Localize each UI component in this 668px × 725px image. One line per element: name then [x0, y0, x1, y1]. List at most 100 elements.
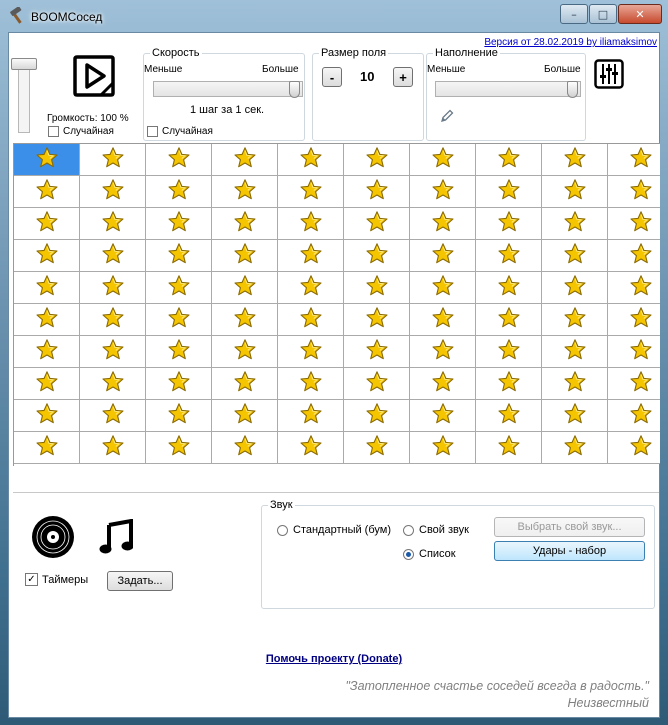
grid-cell[interactable] — [410, 208, 476, 240]
close-button[interactable]: ✕ — [618, 4, 662, 24]
grid-cell[interactable] — [278, 208, 344, 240]
grid-cell[interactable] — [608, 336, 660, 368]
grid-cell[interactable] — [278, 336, 344, 368]
grid-cell[interactable] — [344, 144, 410, 176]
radio-circle[interactable] — [277, 524, 288, 536]
grid-cell[interactable] — [476, 144, 542, 176]
grid-cell[interactable] — [212, 240, 278, 272]
grid-cell[interactable] — [146, 176, 212, 208]
grid-cell[interactable] — [410, 368, 476, 400]
sound-own-radio[interactable]: Свой звук — [403, 524, 469, 536]
grid-cell[interactable] — [608, 176, 660, 208]
grid-cell[interactable] — [212, 208, 278, 240]
speed-slider-thumb[interactable] — [289, 81, 300, 98]
grid-cell[interactable] — [14, 432, 80, 464]
maximize-button[interactable]: □ — [589, 4, 617, 24]
checkbox-box[interactable] — [147, 126, 158, 137]
grid-cell[interactable] — [542, 176, 608, 208]
minimize-button[interactable]: – — [560, 4, 588, 24]
grid-cell[interactable] — [278, 304, 344, 336]
grid-cell[interactable] — [212, 336, 278, 368]
equalizer-icon[interactable] — [594, 59, 624, 92]
grid-cell[interactable] — [542, 336, 608, 368]
grid-cell[interactable] — [476, 304, 542, 336]
grid-cell[interactable] — [146, 336, 212, 368]
grid-cell[interactable] — [608, 272, 660, 304]
sound-standard-radio[interactable]: Стандартный (бум) — [277, 524, 391, 536]
grid-cell[interactable] — [14, 208, 80, 240]
volume-slider-thumb[interactable] — [11, 58, 37, 70]
grid-cell[interactable] — [14, 336, 80, 368]
field-size-minus-button[interactable]: - — [322, 67, 342, 87]
grid-cell[interactable] — [212, 272, 278, 304]
speed-random-checkbox[interactable]: Случайная — [147, 126, 213, 137]
grid-cell[interactable] — [146, 208, 212, 240]
grid-cell[interactable] — [80, 272, 146, 304]
grid-cell[interactable] — [80, 400, 146, 432]
grid-cell[interactable] — [278, 272, 344, 304]
radio-circle[interactable] — [403, 548, 414, 560]
grid-cell[interactable] — [80, 432, 146, 464]
grid-cell[interactable] — [476, 176, 542, 208]
grid-cell[interactable] — [542, 432, 608, 464]
grid-cell[interactable] — [410, 432, 476, 464]
grid-cell[interactable] — [542, 144, 608, 176]
play-icon[interactable] — [71, 53, 117, 99]
grid-cell[interactable] — [542, 304, 608, 336]
grid-cell[interactable] — [608, 208, 660, 240]
music-note-icon[interactable] — [99, 518, 134, 558]
grid-cell[interactable] — [344, 304, 410, 336]
grid-cell[interactable] — [212, 304, 278, 336]
grid-cell[interactable] — [476, 240, 542, 272]
volume-slider[interactable] — [11, 58, 37, 133]
grid-cell[interactable] — [344, 432, 410, 464]
grid-cell[interactable] — [146, 240, 212, 272]
grid-cell[interactable] — [344, 272, 410, 304]
grid-cell[interactable] — [344, 176, 410, 208]
grid-cell[interactable] — [278, 432, 344, 464]
grid-cell[interactable] — [542, 400, 608, 432]
grid-cell[interactable] — [278, 176, 344, 208]
grid-cell[interactable] — [278, 368, 344, 400]
title-bar[interactable]: BOOMСосед – □ ✕ — [0, 0, 668, 34]
grid-cell[interactable] — [608, 400, 660, 432]
set-timers-button[interactable]: Задать... — [107, 571, 173, 591]
hits-set-button[interactable]: Удары - набор — [494, 541, 645, 561]
grid-cell[interactable] — [476, 400, 542, 432]
grid-cell[interactable] — [476, 272, 542, 304]
grid-cell[interactable] — [14, 240, 80, 272]
grid-cell[interactable] — [14, 272, 80, 304]
radio-circle[interactable] — [403, 524, 414, 536]
grid-cell[interactable] — [410, 176, 476, 208]
grid-cell[interactable] — [80, 208, 146, 240]
grid-cell[interactable] — [14, 368, 80, 400]
grid-cell[interactable] — [542, 208, 608, 240]
choose-sound-button[interactable]: Выбрать свой звук... — [494, 517, 645, 537]
grid-cell[interactable] — [410, 144, 476, 176]
grid-cell[interactable] — [278, 240, 344, 272]
vinyl-record-icon[interactable] — [31, 515, 75, 562]
sound-list-radio[interactable]: Список — [403, 548, 456, 560]
grid-cell[interactable] — [344, 240, 410, 272]
grid-cell[interactable] — [476, 432, 542, 464]
grid-cell[interactable] — [212, 176, 278, 208]
volume-random-checkbox[interactable]: Случайная — [48, 126, 114, 137]
fill-slider-thumb[interactable] — [567, 81, 578, 98]
grid-cell[interactable] — [344, 336, 410, 368]
grid-cell[interactable] — [410, 336, 476, 368]
grid-cell[interactable] — [212, 368, 278, 400]
grid-cell[interactable] — [146, 400, 212, 432]
grid-cell[interactable] — [344, 400, 410, 432]
grid-cell[interactable] — [146, 368, 212, 400]
grid-cell[interactable] — [410, 240, 476, 272]
grid-cell[interactable] — [476, 208, 542, 240]
grid-cell[interactable] — [542, 240, 608, 272]
grid-cell[interactable] — [80, 176, 146, 208]
grid-cell[interactable] — [146, 432, 212, 464]
grid-cell[interactable] — [542, 368, 608, 400]
grid-cell[interactable] — [146, 272, 212, 304]
grid-cell[interactable] — [344, 208, 410, 240]
grid-cell[interactable] — [212, 144, 278, 176]
grid-cell[interactable] — [80, 144, 146, 176]
donate-link[interactable]: Помочь проекту (Donate) — [9, 653, 659, 665]
